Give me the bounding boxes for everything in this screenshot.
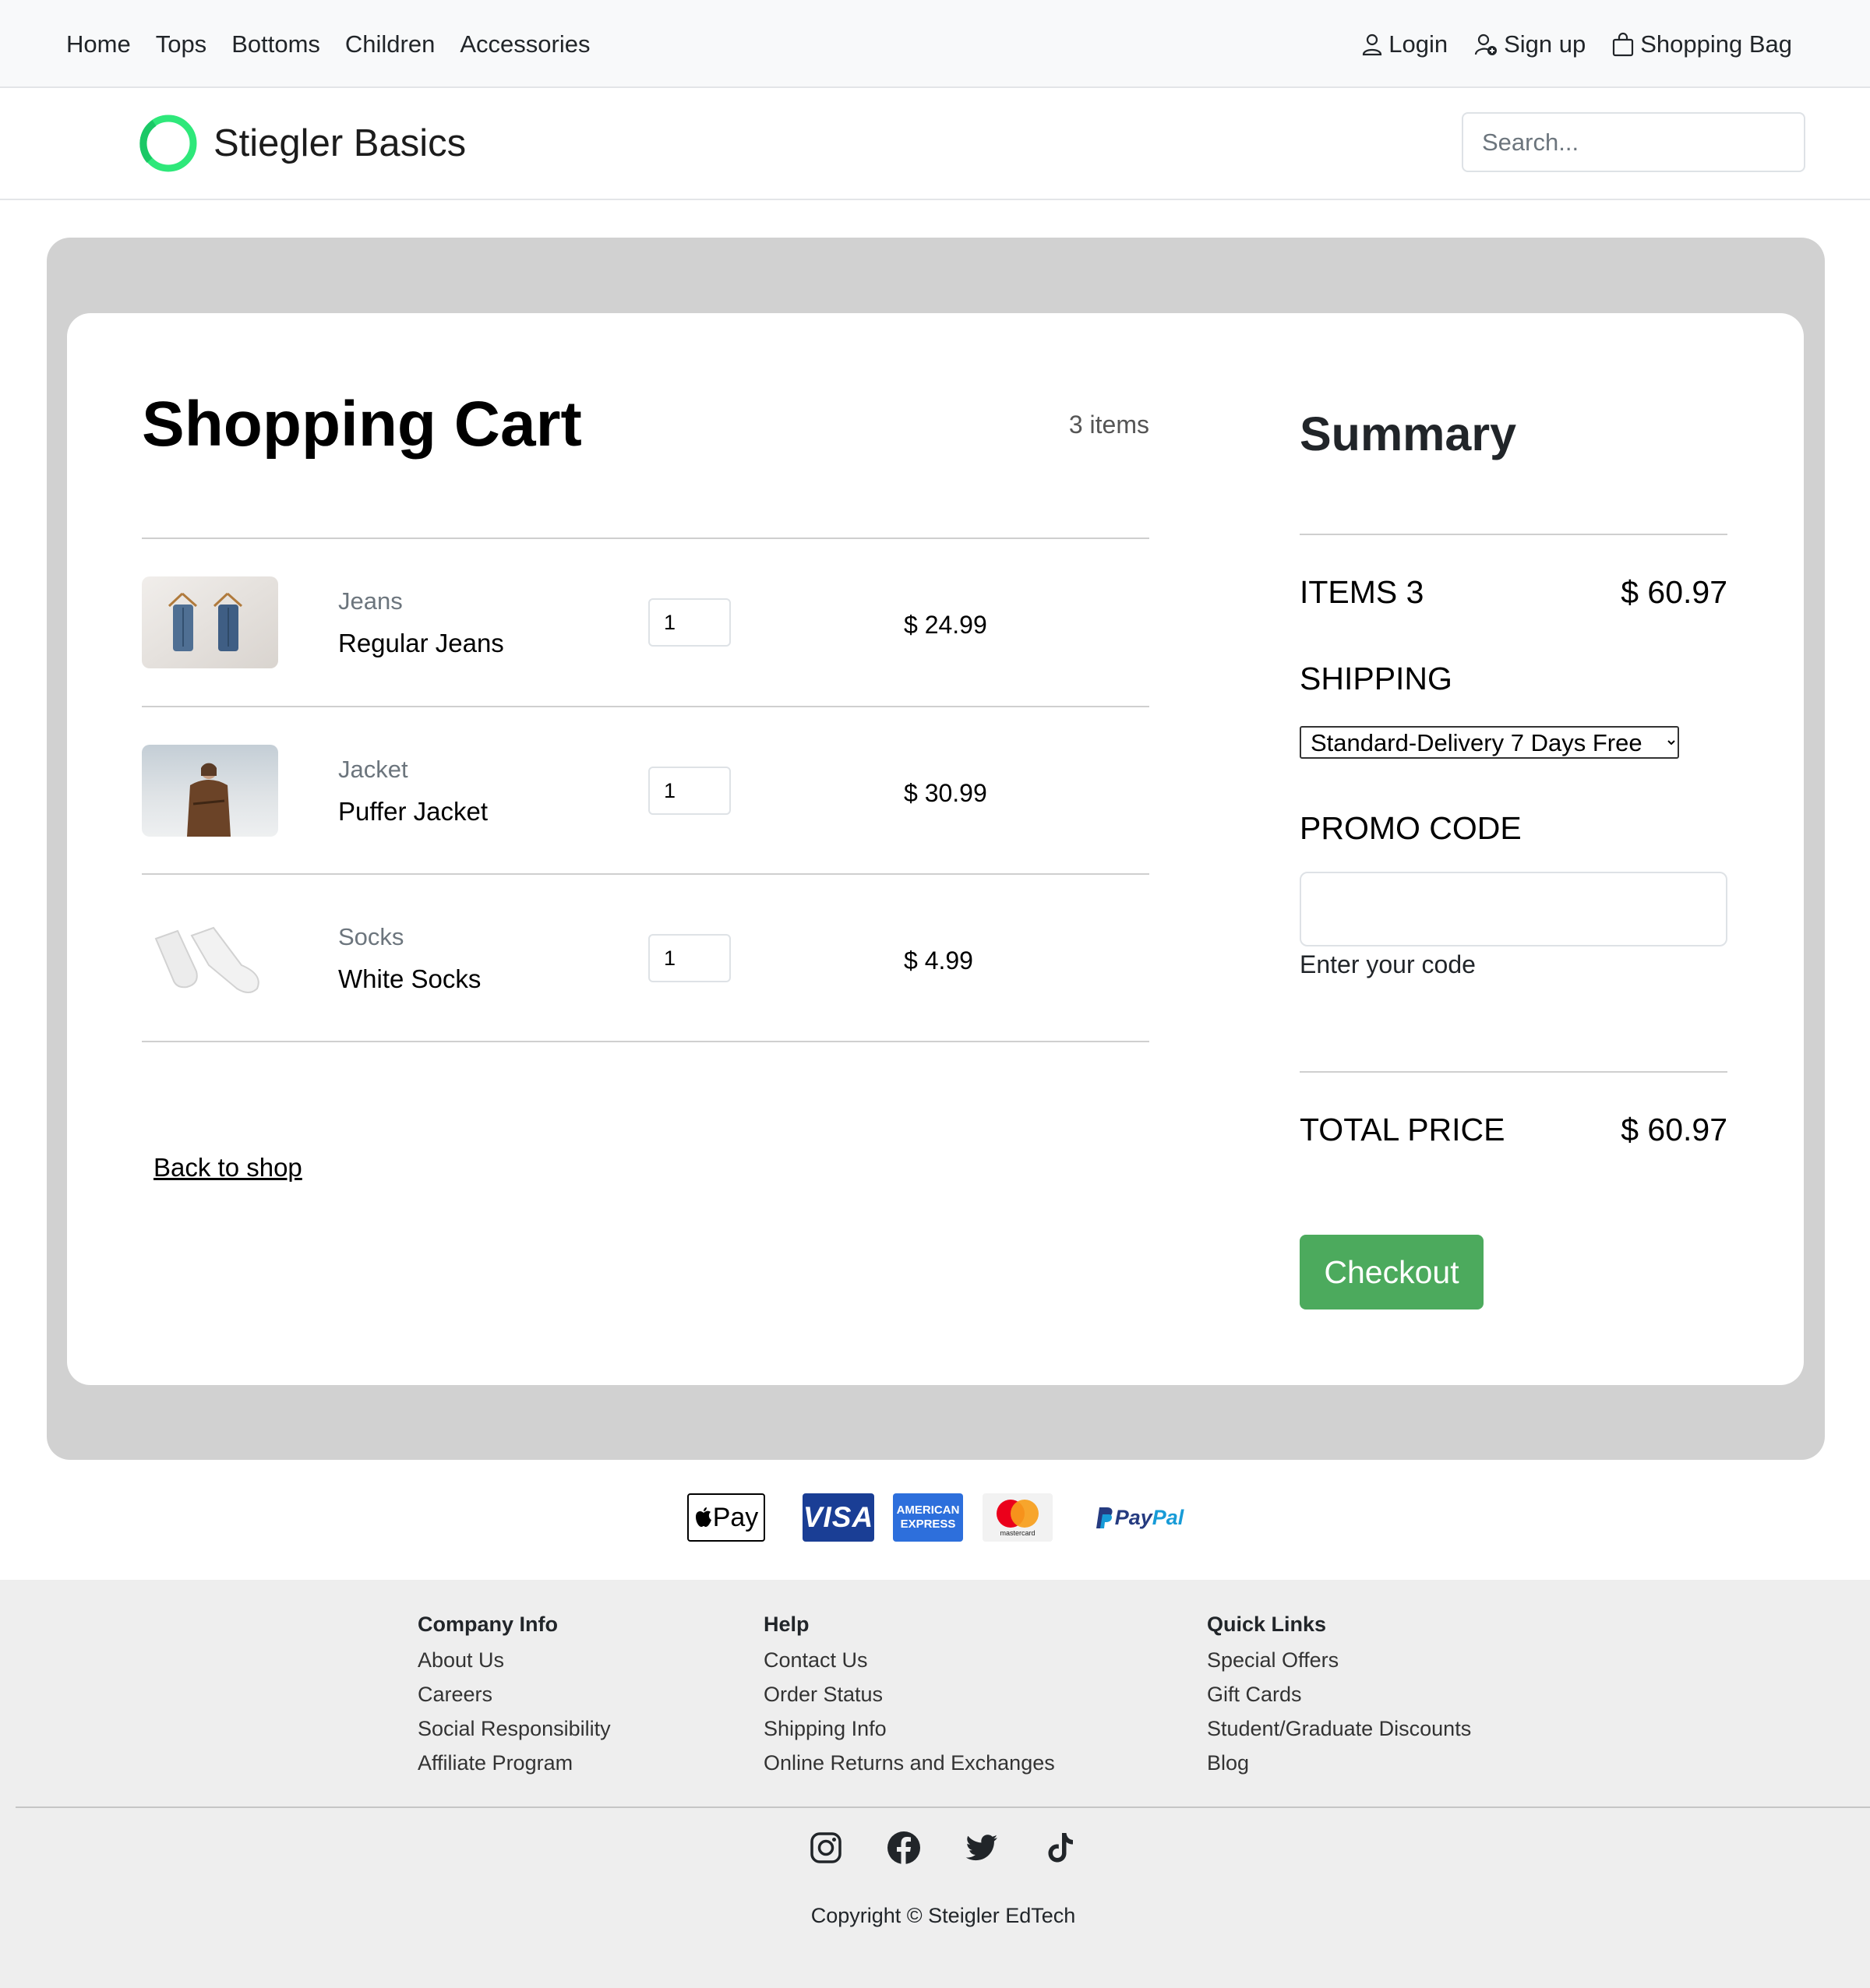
account-nav: Login Sign up Shopping Bag [1362,0,1792,88]
item-price: $ 30.99 [904,779,987,807]
back-to-shop-link[interactable]: Back to shop [153,1153,302,1183]
footer-link-gift-cards[interactable]: Gift Cards [1207,1677,1471,1711]
total-price-value: $ 60.97 [1621,1112,1727,1147]
visa-logo: VISA [803,1493,874,1542]
apple-pay-logo: Pay [687,1493,765,1542]
item-name: Puffer Jacket [338,797,488,826]
footer-link-student-discounts[interactable]: Student/Graduate Discounts [1207,1711,1471,1746]
paypal-text-pay: Pay [1114,1505,1152,1529]
signup-link[interactable]: Sign up [1474,30,1586,58]
cart-title: Shopping Cart [142,389,582,460]
checkout-button[interactable]: Checkout [1300,1235,1484,1309]
footer-link-blog[interactable]: Blog [1207,1746,1471,1780]
footer-link-order-status[interactable]: Order Status [764,1677,1055,1711]
footer-help: Help Contact Us Order Status Shipping In… [764,1613,1055,1780]
divider [142,1041,1149,1042]
mastercard-circles-icon [997,1500,1039,1528]
item-category: Socks [338,923,404,950]
shopping-bag-link[interactable]: Shopping Bag [1612,30,1792,58]
cart-item-count: 3 items [1068,411,1149,439]
mastercard-logo: mastercard [983,1493,1053,1542]
promo-code-input[interactable] [1300,872,1727,946]
cart-item-jacket: Jacket Puffer Jacket $ 30.99 [142,707,1149,872]
brand-name: Stiegler Basics [213,122,467,164]
shopping-bag-icon [1613,32,1634,56]
white-socks-image [142,912,278,1004]
search-input[interactable] [1462,112,1805,172]
quantity-input[interactable] [648,767,731,815]
footer-link-affiliate-program[interactable]: Affiliate Program [418,1746,611,1780]
nav-home[interactable]: Home [66,30,131,58]
visa-text: VISA [803,1501,874,1533]
twitter-icon[interactable] [964,1830,1000,1866]
nav-children[interactable]: Children [345,30,435,58]
footer-company-info: Company Info About Us Careers Social Res… [418,1613,611,1780]
puffer-jacket-image [142,745,278,837]
quantity-input[interactable] [648,598,731,647]
cart-item-socks: Socks White Socks $ 4.99 [142,875,1149,1040]
login-label: Login [1388,30,1448,58]
summary-divider [1300,1071,1727,1073]
nav-accessories[interactable]: Accessories [460,30,590,58]
summary-divider [1300,534,1727,535]
copyright-text: Copyright © Steigler EdTech [810,1904,1076,1927]
facebook-icon[interactable] [886,1830,922,1866]
top-navbar: Home Tops Bottoms Children Accessories L… [0,0,1870,88]
mastercard-text: mastercard [1000,1529,1036,1537]
item-price: $ 4.99 [904,946,973,975]
footer-link-about-us[interactable]: About Us [418,1643,611,1677]
jeans-on-hangers-image [142,576,278,668]
summary-title: Summary [1300,407,1517,460]
quantity-input[interactable] [648,934,731,982]
item-category: Jeans [338,587,403,615]
items-count-label: ITEMS 3 [1300,574,1424,610]
tiktok-icon[interactable] [1042,1830,1078,1866]
brand-logo [139,115,197,172]
apple-icon [695,1507,711,1527]
footer-divider [16,1806,1870,1808]
items-subtotal: $ 60.97 [1621,574,1727,610]
footer-link-social-responsibility[interactable]: Social Responsibility [418,1711,611,1746]
nav-tops[interactable]: Tops [156,30,206,58]
footer-heading: Help [764,1613,810,1636]
person-icon [1363,33,1382,55]
shipping-select[interactable]: Standard-Delivery 7 Days Free [1300,726,1679,759]
signup-label: Sign up [1504,30,1586,58]
footer-link-contact-us[interactable]: Contact Us [764,1643,1055,1677]
amex-logo: AMERICAN EXPRESS [893,1493,963,1542]
footer-link-returns[interactable]: Online Returns and Exchanges [764,1746,1055,1780]
item-category: Jacket [338,756,408,783]
category-nav: Home Tops Bottoms Children Accessories [66,0,590,88]
footer-quick-links: Quick Links Special Offers Gift Cards St… [1207,1613,1471,1780]
footer-heading: Quick Links [1207,1613,1327,1636]
promo-code-label: PROMO CODE [1300,810,1522,846]
amex-text-1: AMERICAN [896,1503,960,1517]
footer-link-shipping-info[interactable]: Shipping Info [764,1711,1055,1746]
instagram-icon[interactable] [808,1830,844,1866]
item-name: Regular Jeans [338,629,504,657]
nav-bottoms[interactable]: Bottoms [231,30,320,58]
footer-link-careers[interactable]: Careers [418,1677,611,1711]
amex-text-2: EXPRESS [900,1517,956,1531]
login-link[interactable]: Login [1362,30,1448,58]
item-price: $ 24.99 [904,611,987,639]
paypal-text-pal: Pal [1152,1505,1184,1529]
total-price-label: TOTAL PRICE [1300,1112,1505,1147]
item-name: White Socks [338,964,482,993]
brand-home-link[interactable]: Stiegler Basics [139,112,466,174]
paypal-icon [1096,1507,1113,1528]
shopping-bag-label: Shopping Bag [1640,30,1792,58]
footer-link-special-offers[interactable]: Special Offers [1207,1643,1471,1677]
cart-item-jeans: Jeans Regular Jeans $ 24.99 [142,539,1149,704]
footer-heading: Company Info [418,1613,558,1636]
shipping-label: SHIPPING [1300,661,1452,696]
brand-bar: Stiegler Basics [0,88,1870,200]
promo-code-help: Enter your code [1300,950,1476,978]
apple-pay-text: Pay [712,1502,759,1532]
person-add-icon [1474,33,1498,55]
paypal-logo: Pay Pal [1083,1493,1192,1542]
